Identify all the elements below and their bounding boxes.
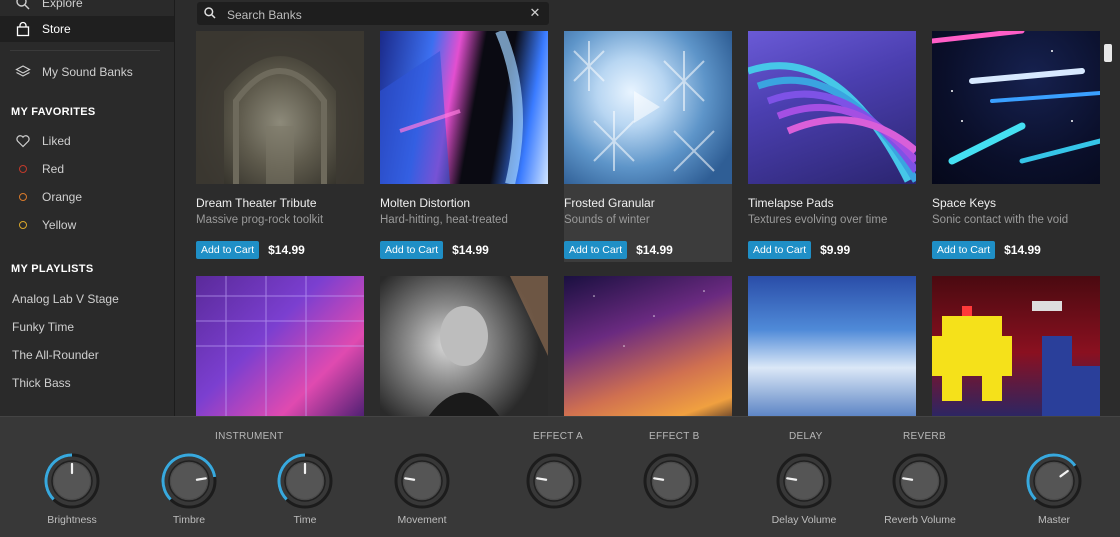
sidebar-item-orange[interactable]: Orange xyxy=(0,184,174,210)
bank-card[interactable] xyxy=(932,276,1100,416)
price: $14.99 xyxy=(636,243,673,257)
bank-subtitle: Sounds of winter xyxy=(564,214,650,226)
section-label-effect-b: EFFECT B xyxy=(649,431,700,442)
control-panel: INSTRUMENT EFFECT A EFFECT B DELAY REVER… xyxy=(0,416,1120,537)
bank-cover-image xyxy=(748,31,916,184)
bank-cover-image xyxy=(932,31,1100,184)
price: $14.99 xyxy=(452,243,489,257)
sidebar: Explore Store My Sound Banks MY FAVORITE… xyxy=(0,0,175,416)
add-to-cart-button[interactable]: Add to Cart xyxy=(748,241,812,259)
sidebar-item-explore[interactable]: Explore xyxy=(0,0,174,16)
shopping-bag-icon xyxy=(14,20,32,38)
bank-title: Timelapse Pads xyxy=(748,196,834,210)
bank-subtitle: Sonic contact with the void xyxy=(932,214,1069,226)
section-label-instrument: INSTRUMENT xyxy=(215,431,284,442)
favorites-heading: MY FAVORITES xyxy=(11,106,96,118)
knob-label: Brightness xyxy=(47,514,97,526)
bank-cover-image xyxy=(196,276,364,416)
section-label-reverb: REVERB xyxy=(903,431,946,442)
layers-icon xyxy=(14,63,32,81)
color-dot-icon xyxy=(14,160,32,178)
sidebar-item-my-sound-banks[interactable]: My Sound Banks xyxy=(0,59,174,85)
bank-cover-image xyxy=(380,31,548,184)
knob[interactable] xyxy=(161,453,217,509)
price: $14.99 xyxy=(268,243,305,257)
search-bar[interactable]: ✕ xyxy=(197,2,549,25)
close-icon[interactable]: ✕ xyxy=(527,5,543,21)
color-dot-icon xyxy=(14,188,32,206)
knob-label: Time xyxy=(293,514,317,526)
knob-label: Reverb Volume xyxy=(884,514,956,526)
knob[interactable] xyxy=(1026,453,1082,509)
bank-card[interactable]: Space Keys Sonic contact with the void A… xyxy=(932,31,1100,259)
search-input[interactable] xyxy=(225,4,519,25)
playlist-item[interactable]: The All-Rounder xyxy=(12,348,99,362)
add-to-cart-button[interactable]: Add to Cart xyxy=(380,241,444,259)
bank-title: Molten Distortion xyxy=(380,196,471,210)
sidebar-item-liked[interactable]: Liked xyxy=(0,128,174,154)
bank-cover-image xyxy=(564,31,732,184)
section-label-effect-a: EFFECT A xyxy=(533,431,584,442)
sidebar-item-label: My Sound Banks xyxy=(42,65,133,79)
bank-cover-image xyxy=(748,276,916,416)
playlists-heading: MY PLAYLISTS xyxy=(11,263,94,275)
bank-card[interactable]: Frosted Granular Sounds of winter Add to… xyxy=(564,31,732,262)
knob[interactable] xyxy=(277,453,333,509)
bank-card[interactable]: Timelapse Pads Textures evolving over ti… xyxy=(748,31,916,259)
color-dot-icon xyxy=(14,216,32,234)
bank-cover-image xyxy=(932,276,1100,416)
sidebar-item-label: Explore xyxy=(42,0,83,10)
knob-label: Master xyxy=(1037,514,1071,526)
knob[interactable] xyxy=(776,453,832,509)
play-icon[interactable] xyxy=(634,91,660,123)
bank-card[interactable] xyxy=(564,276,732,416)
bank-subtitle: Massive prog-rock toolkit xyxy=(196,214,324,226)
section-label-delay: DELAY xyxy=(789,431,823,442)
bank-subtitle: Textures evolving over time xyxy=(748,214,888,226)
sidebar-item-label: Yellow xyxy=(42,218,77,232)
bank-card[interactable]: Dream Theater Tribute Massive prog-rock … xyxy=(196,31,364,259)
knob[interactable] xyxy=(44,453,100,509)
bank-title: Space Keys xyxy=(932,196,997,210)
bank-cover-image xyxy=(564,276,732,416)
bank-cover-image xyxy=(196,31,364,184)
sidebar-item-red[interactable]: Red xyxy=(0,156,174,182)
bank-card[interactable] xyxy=(196,276,364,416)
playlist-item[interactable]: Thick Bass xyxy=(12,376,71,390)
sidebar-item-label: Liked xyxy=(42,134,71,148)
knob[interactable] xyxy=(643,453,699,509)
playlist-item[interactable]: Funky Time xyxy=(12,320,74,334)
bank-title: Frosted Granular xyxy=(564,196,655,210)
heart-icon xyxy=(14,132,32,150)
knob[interactable] xyxy=(394,453,450,509)
knob-label: Delay Volume xyxy=(771,514,837,526)
knob-label: Movement xyxy=(397,514,447,526)
bank-card[interactable] xyxy=(748,276,916,416)
store-grid: ✕ Dream Theater Tribute Massive prog-roc… xyxy=(175,0,1120,416)
scrollbar[interactable] xyxy=(1104,44,1112,62)
sidebar-item-label: Red xyxy=(42,162,65,176)
search-icon xyxy=(203,6,217,20)
add-to-cart-button[interactable]: Add to Cart xyxy=(564,241,628,259)
search-icon xyxy=(14,0,32,12)
bank-card[interactable] xyxy=(380,276,548,416)
price: $14.99 xyxy=(1004,243,1041,257)
bank-subtitle: Hard-hitting, heat-treated xyxy=(380,214,508,226)
sidebar-item-yellow[interactable]: Yellow xyxy=(0,212,174,238)
price: $9.99 xyxy=(820,243,851,257)
sidebar-item-label: Orange xyxy=(42,190,83,204)
sidebar-item-label: Store xyxy=(42,22,71,36)
knob[interactable] xyxy=(526,453,582,509)
sidebar-item-store[interactable]: Store xyxy=(0,16,174,42)
bank-cover-image xyxy=(380,276,548,416)
add-to-cart-button[interactable]: Add to Cart xyxy=(932,241,996,259)
divider xyxy=(10,50,160,51)
bank-card[interactable]: Molten Distortion Hard-hitting, heat-tre… xyxy=(380,31,548,259)
add-to-cart-button[interactable]: Add to Cart xyxy=(196,241,260,259)
playlist-item[interactable]: Analog Lab V Stage xyxy=(12,292,119,306)
bank-title: Dream Theater Tribute xyxy=(196,196,317,210)
knob-label: Timbre xyxy=(172,514,206,526)
knob[interactable] xyxy=(892,453,948,509)
